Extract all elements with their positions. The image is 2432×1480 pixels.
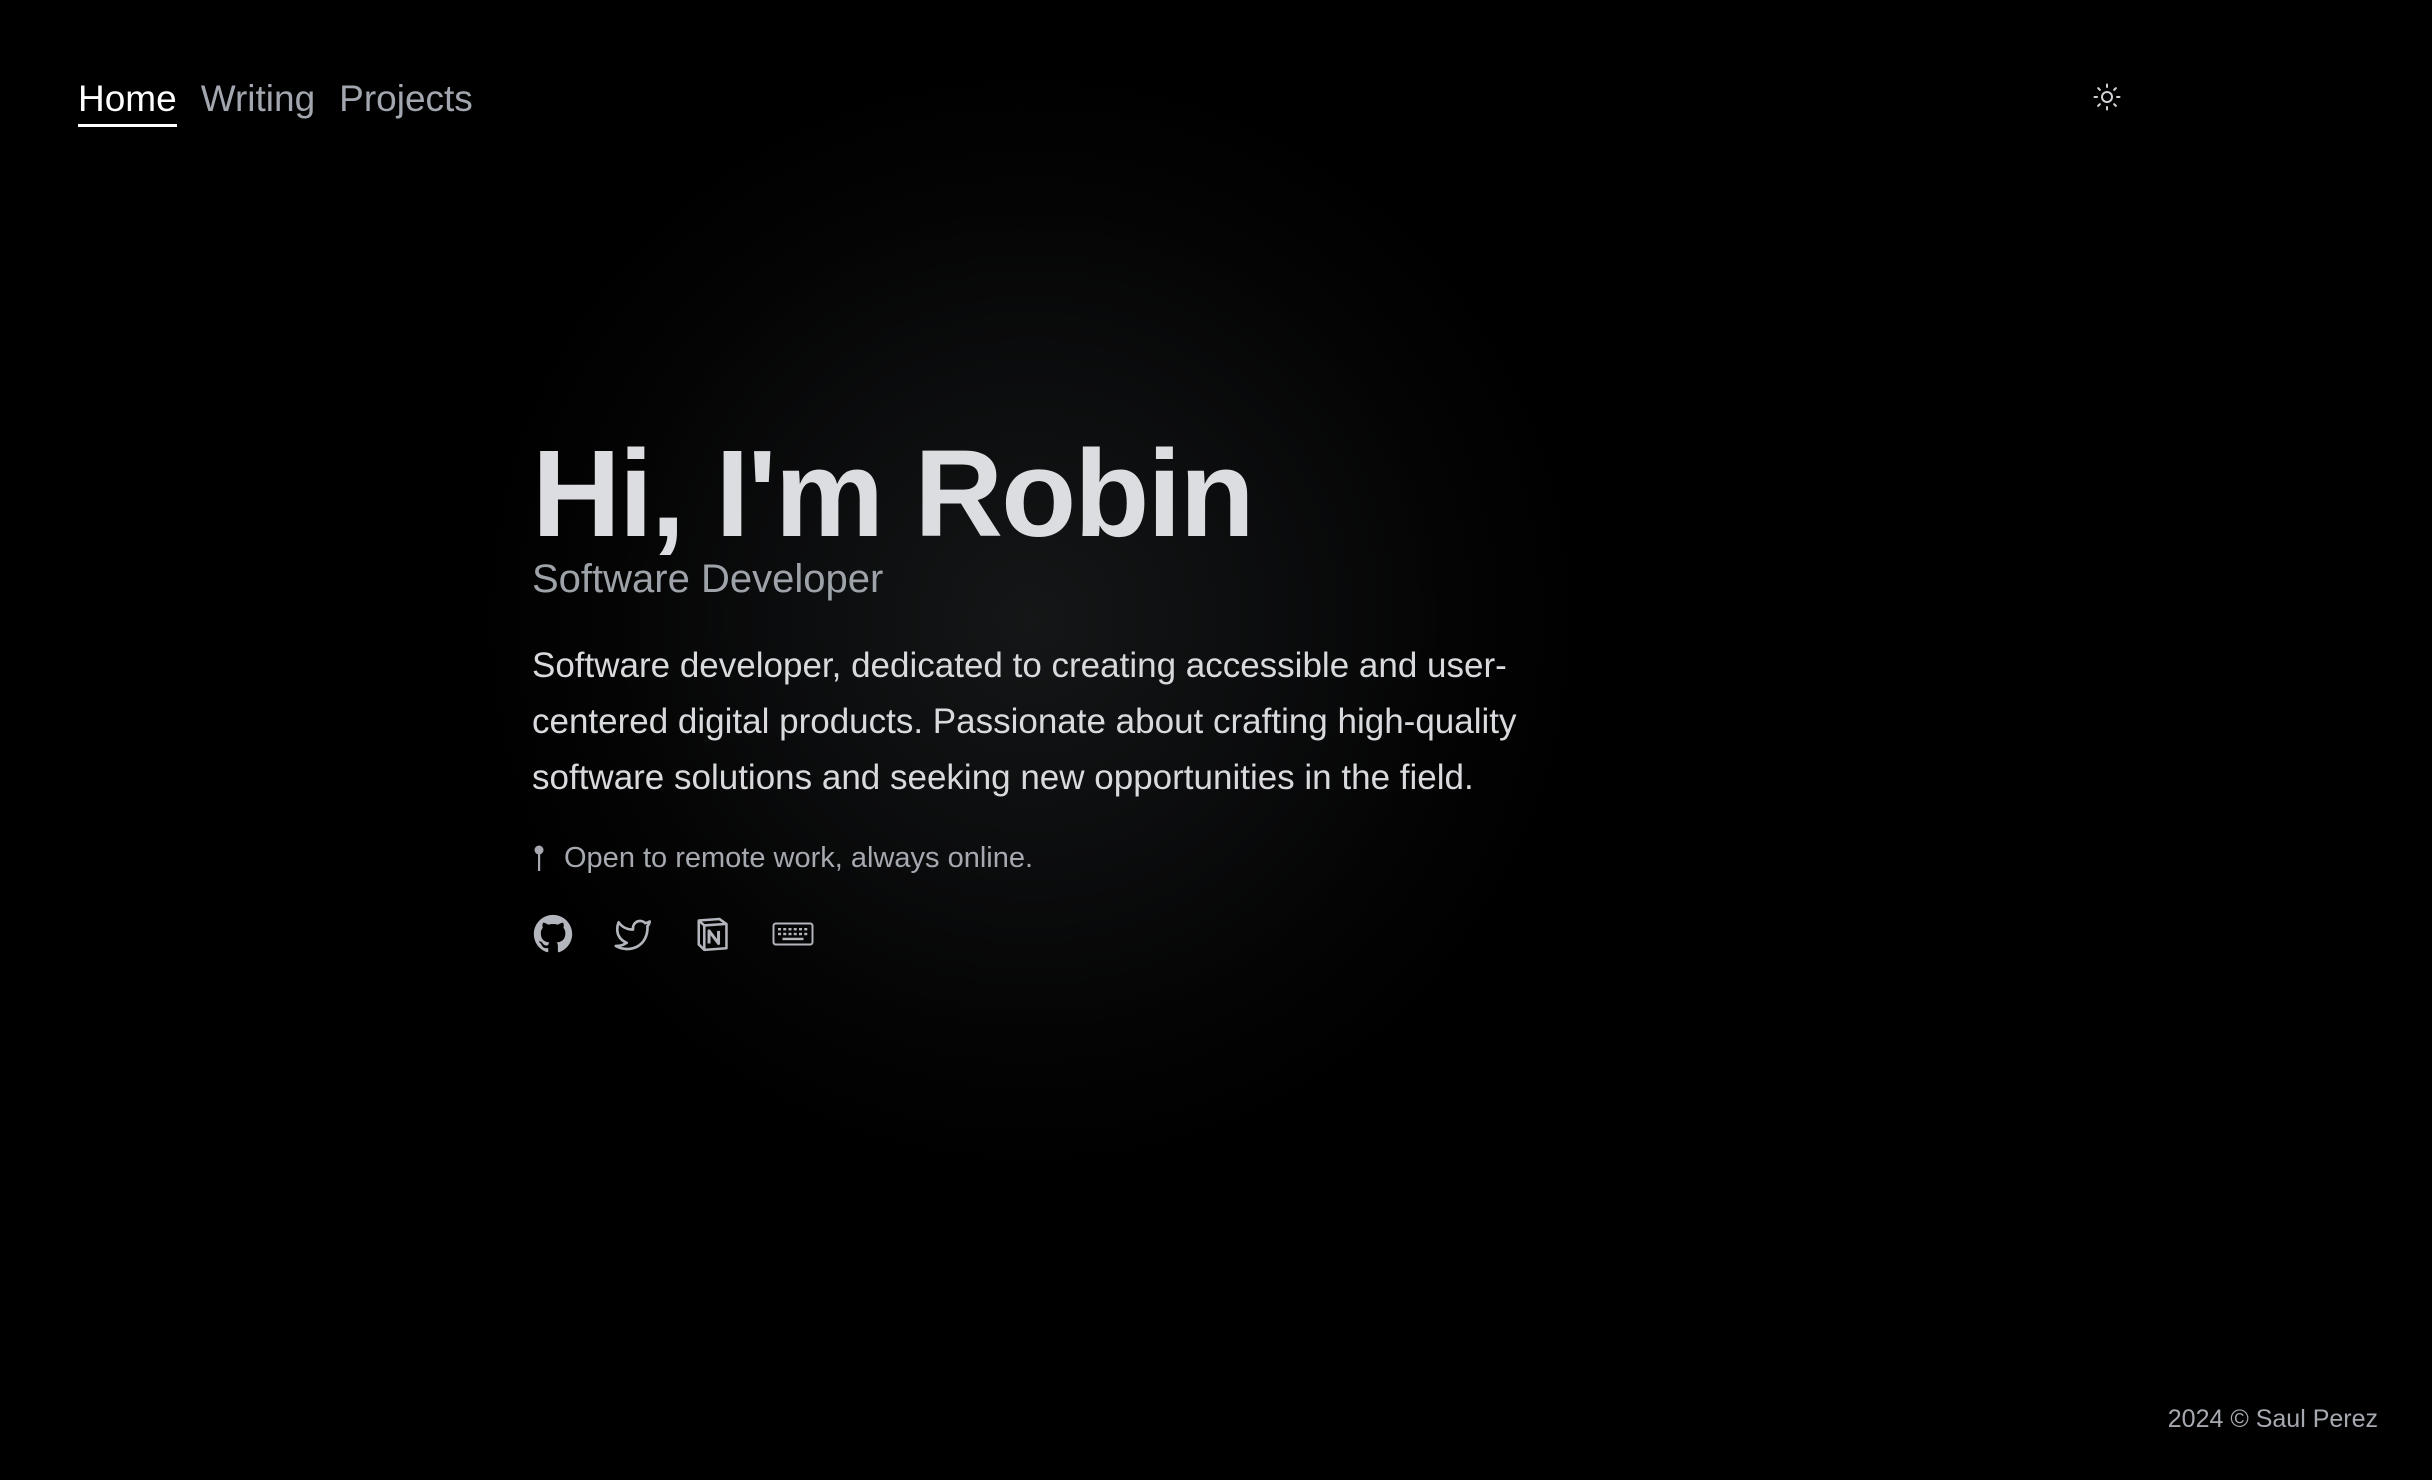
nav-writing[interactable]: Writing: [201, 78, 315, 124]
twitter-link[interactable]: [612, 913, 654, 955]
page: Home Writing Projects Hi, I'm Robin Soft…: [0, 0, 2432, 1480]
pin-icon: [534, 845, 544, 871]
main-nav: Home Writing Projects: [78, 78, 473, 127]
github-link[interactable]: [532, 913, 574, 955]
notion-icon: [697, 917, 728, 952]
hero-bio: Software developer, dedicated to creatin…: [532, 646, 1517, 798]
theme-toggle-button[interactable]: [2090, 80, 2124, 114]
keyboard-link[interactable]: [772, 913, 814, 955]
location-text: Open to remote work, always online.: [564, 842, 1034, 875]
nav-projects[interactable]: Projects: [339, 78, 473, 124]
keyboard-icon: [772, 922, 814, 946]
footer-copyright: 2024 © Saul Perez: [2167, 1405, 2378, 1433]
social-links: [532, 913, 1632, 955]
hero-section: Hi, I'm Robin Software Developer Softwar…: [532, 430, 1632, 955]
twitter-icon: [614, 919, 651, 951]
hero-role: Software Developer: [532, 557, 884, 602]
nav-home[interactable]: Home: [78, 78, 177, 127]
sun-icon: [2093, 83, 2121, 111]
github-icon: [533, 914, 573, 953]
notion-link[interactable]: [692, 913, 734, 955]
hero-title: Hi, I'm Robin: [532, 426, 1255, 563]
location-line: Open to remote work, always online.: [532, 842, 1632, 875]
